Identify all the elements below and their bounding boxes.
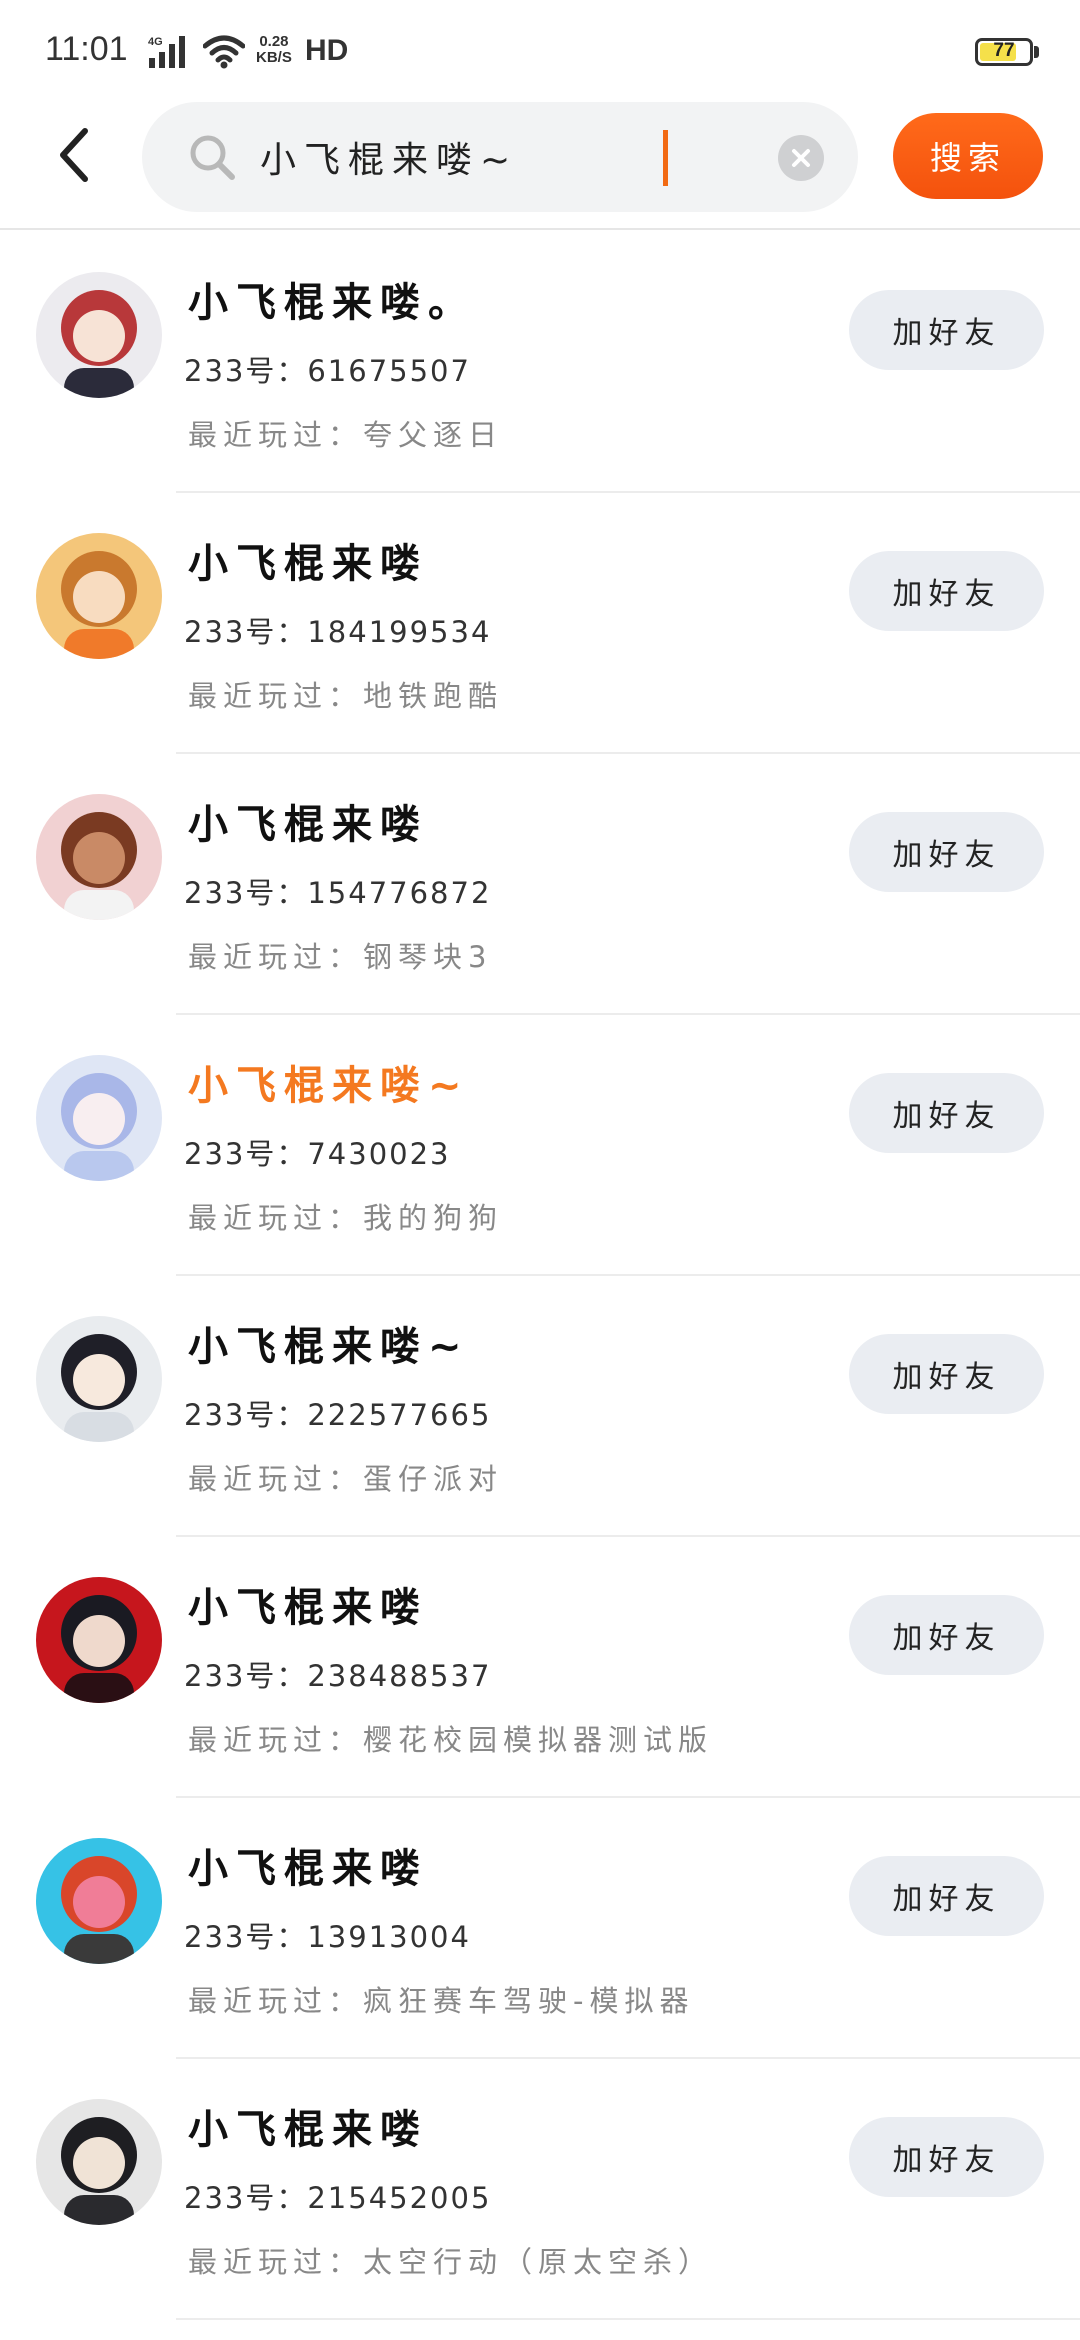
back-button[interactable] <box>40 120 110 190</box>
avatar-image <box>36 794 162 920</box>
user-result-row[interactable]: 小飞棍来喽。 233号：61675507 最近玩过：夸父逐日 加好友 <box>0 232 1080 493</box>
avatar-image <box>36 1577 162 1703</box>
status-bar: 11:01 4G 0.28 KB/S HD 77 <box>0 0 1080 100</box>
network-type: 4G <box>148 36 163 48</box>
add-friend-button[interactable]: 加好友 <box>849 290 1044 370</box>
close-icon <box>792 149 810 167</box>
recent-game: 最近玩过：夸父逐日 <box>188 418 504 452</box>
add-friend-button[interactable]: 加好友 <box>849 1073 1044 1153</box>
user-result-row[interactable]: 小飞棍来喽~ 233号：7430023 最近玩过：我的狗狗 加好友 <box>0 1015 1080 1276</box>
avatar-image <box>36 1316 162 1442</box>
add-friend-button[interactable]: 加好友 <box>849 2117 1044 2197</box>
avatar-image <box>36 533 162 659</box>
avatar[interactable] <box>36 533 162 659</box>
user-result-row[interactable]: 小飞棍来喽 233号：215452005 最近玩过：太空行动（原太空杀） 加好友 <box>0 2059 1080 2320</box>
user-id: 233号：7430023 <box>184 1137 451 1171</box>
search-header: 搜索 <box>0 100 1080 230</box>
user-result-row[interactable]: 小飞棍来喽~ 233号：222577665 最近玩过：蛋仔派对 加好友 <box>0 1276 1080 1537</box>
avatar[interactable] <box>36 2099 162 2225</box>
avatar-image <box>36 1838 162 1964</box>
network-speed-value: 0.28 <box>259 33 289 50</box>
user-name: 小飞棍来喽。 <box>188 280 476 326</box>
hd-indicator: HD <box>305 34 349 67</box>
recent-game: 最近玩过：钢琴块3 <box>188 940 493 974</box>
user-result-row[interactable]: 小飞棍来喽 233号：154776872 最近玩过：钢琴块3 加好友 <box>0 754 1080 1015</box>
recent-game: 最近玩过：地铁跑酷 <box>188 679 504 713</box>
user-name: 小飞棍来喽 <box>188 1846 428 1892</box>
network-speed: 0.28 KB/S <box>256 34 292 66</box>
search-box[interactable] <box>142 102 858 212</box>
user-name: 小飞棍来喽 <box>188 2107 428 2153</box>
wifi-icon <box>203 35 245 69</box>
add-friend-button[interactable]: 加好友 <box>849 812 1044 892</box>
divider <box>176 2318 1080 2320</box>
user-name: 小飞棍来喽 <box>188 1585 428 1631</box>
avatar[interactable] <box>36 1055 162 1181</box>
avatar[interactable] <box>36 1577 162 1703</box>
add-friend-button[interactable]: 加好友 <box>849 1595 1044 1675</box>
user-name: 小飞棍来喽~ <box>188 1324 470 1370</box>
search-button[interactable]: 搜索 <box>893 113 1043 199</box>
avatar[interactable] <box>36 1316 162 1442</box>
status-time: 11:01 <box>45 30 128 68</box>
search-results-list: 小飞棍来喽。 233号：61675507 最近玩过：夸父逐日 加好友 小飞棍来喽… <box>0 232 1080 2320</box>
text-caret <box>663 130 668 186</box>
avatar[interactable] <box>36 794 162 920</box>
battery-icon: 77 <box>975 38 1033 66</box>
add-friend-button[interactable]: 加好友 <box>849 551 1044 631</box>
user-id: 233号：61675507 <box>184 354 471 388</box>
recent-game: 最近玩过：疯狂赛车驾驶-模拟器 <box>188 1984 695 2018</box>
avatar-image <box>36 2099 162 2225</box>
network-speed-unit: KB/S <box>256 49 292 66</box>
user-id: 233号：238488537 <box>184 1659 492 1693</box>
user-id: 233号：215452005 <box>184 2181 492 2215</box>
avatar-image <box>36 272 162 398</box>
clear-search-button[interactable] <box>778 135 824 181</box>
avatar[interactable] <box>36 272 162 398</box>
avatar-image <box>36 1055 162 1181</box>
recent-game: 最近玩过：我的狗狗 <box>188 1201 504 1235</box>
search-icon <box>190 135 235 180</box>
recent-game: 最近玩过：蛋仔派对 <box>188 1462 504 1496</box>
recent-game: 最近玩过：太空行动（原太空杀） <box>188 2245 714 2279</box>
chevron-left-icon <box>60 128 88 182</box>
user-result-row[interactable]: 小飞棍来喽 233号：13913004 最近玩过：疯狂赛车驾驶-模拟器 加好友 <box>0 1798 1080 2059</box>
recent-game: 最近玩过：樱花校园模拟器测试版 <box>188 1723 714 1757</box>
user-id: 233号：222577665 <box>184 1398 492 1432</box>
add-friend-button[interactable]: 加好友 <box>849 1856 1044 1936</box>
battery-level: 77 <box>993 40 1015 61</box>
user-id: 233号：13913004 <box>184 1920 471 1954</box>
user-result-row[interactable]: 小飞棍来喽 233号：184199534 最近玩过：地铁跑酷 加好友 <box>0 493 1080 754</box>
user-name: 小飞棍来喽 <box>188 802 428 848</box>
user-result-row[interactable]: 小飞棍来喽 233号：238488537 最近玩过：樱花校园模拟器测试版 加好友 <box>0 1537 1080 1798</box>
battery-nub <box>1034 46 1039 58</box>
avatar[interactable] <box>36 1838 162 1964</box>
search-input[interactable] <box>260 126 780 188</box>
cellular-signal-icon: 4G <box>148 36 185 68</box>
user-name: 小飞棍来喽~ <box>188 1063 470 1109</box>
user-id: 233号：154776872 <box>184 876 492 910</box>
user-id: 233号：184199534 <box>184 615 492 649</box>
user-name: 小飞棍来喽 <box>188 541 428 587</box>
add-friend-button[interactable]: 加好友 <box>849 1334 1044 1414</box>
